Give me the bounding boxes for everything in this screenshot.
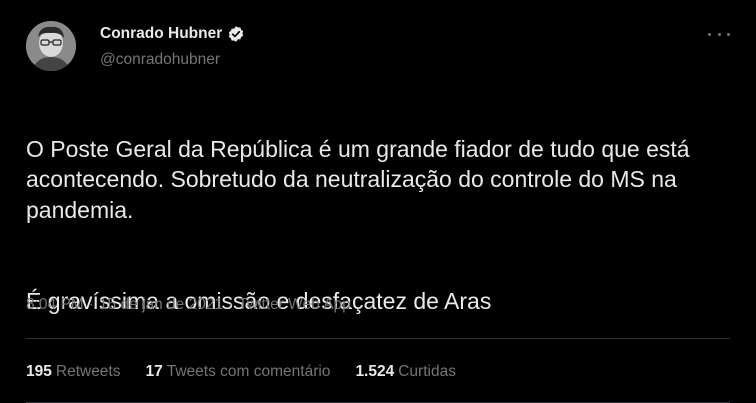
tweet-source[interactable]: Twitter Web App (238, 296, 351, 314)
retweets-stat[interactable]: 195 Retweets (26, 363, 121, 381)
likes-label: Curtidas (398, 363, 456, 380)
meta-separator: · (228, 296, 234, 313)
retweets-count: 195 (26, 363, 52, 380)
tweet-metadata: 8:04 PM · 15 de jan de 2021 · Twitter We… (26, 296, 351, 314)
quotes-stat[interactable]: 17 Tweets com comentário (146, 363, 331, 381)
tweet-stats: 195 Retweets 17 Tweets com comentário 1.… (26, 363, 481, 381)
tweet-date[interactable]: 15 de jan de 2021 (99, 296, 223, 314)
quotes-label: Tweets com comentário (166, 363, 331, 380)
more-options-icon[interactable] (708, 24, 730, 44)
likes-stat[interactable]: 1.524 Curtidas (355, 363, 456, 381)
tweet-card: Conrado Hubner @conradohubner O Poste Ge… (0, 0, 756, 403)
avatar[interactable] (26, 21, 76, 71)
divider (26, 338, 730, 339)
retweets-label: Retweets (55, 363, 121, 380)
likes-count: 1.524 (355, 363, 395, 380)
avatar-image (26, 21, 76, 71)
quotes-count: 17 (145, 363, 163, 380)
author-name-row: Conrado Hubner (100, 25, 245, 43)
tweet-time[interactable]: 8:04 PM (26, 296, 84, 314)
meta-separator: · (88, 296, 94, 313)
author-display-name[interactable]: Conrado Hubner (100, 25, 222, 43)
verified-badge-icon (227, 25, 245, 43)
tweet-paragraph: O Poste Geral da República é um grande f… (26, 135, 690, 223)
author-handle[interactable]: @conradohubner (100, 51, 220, 69)
